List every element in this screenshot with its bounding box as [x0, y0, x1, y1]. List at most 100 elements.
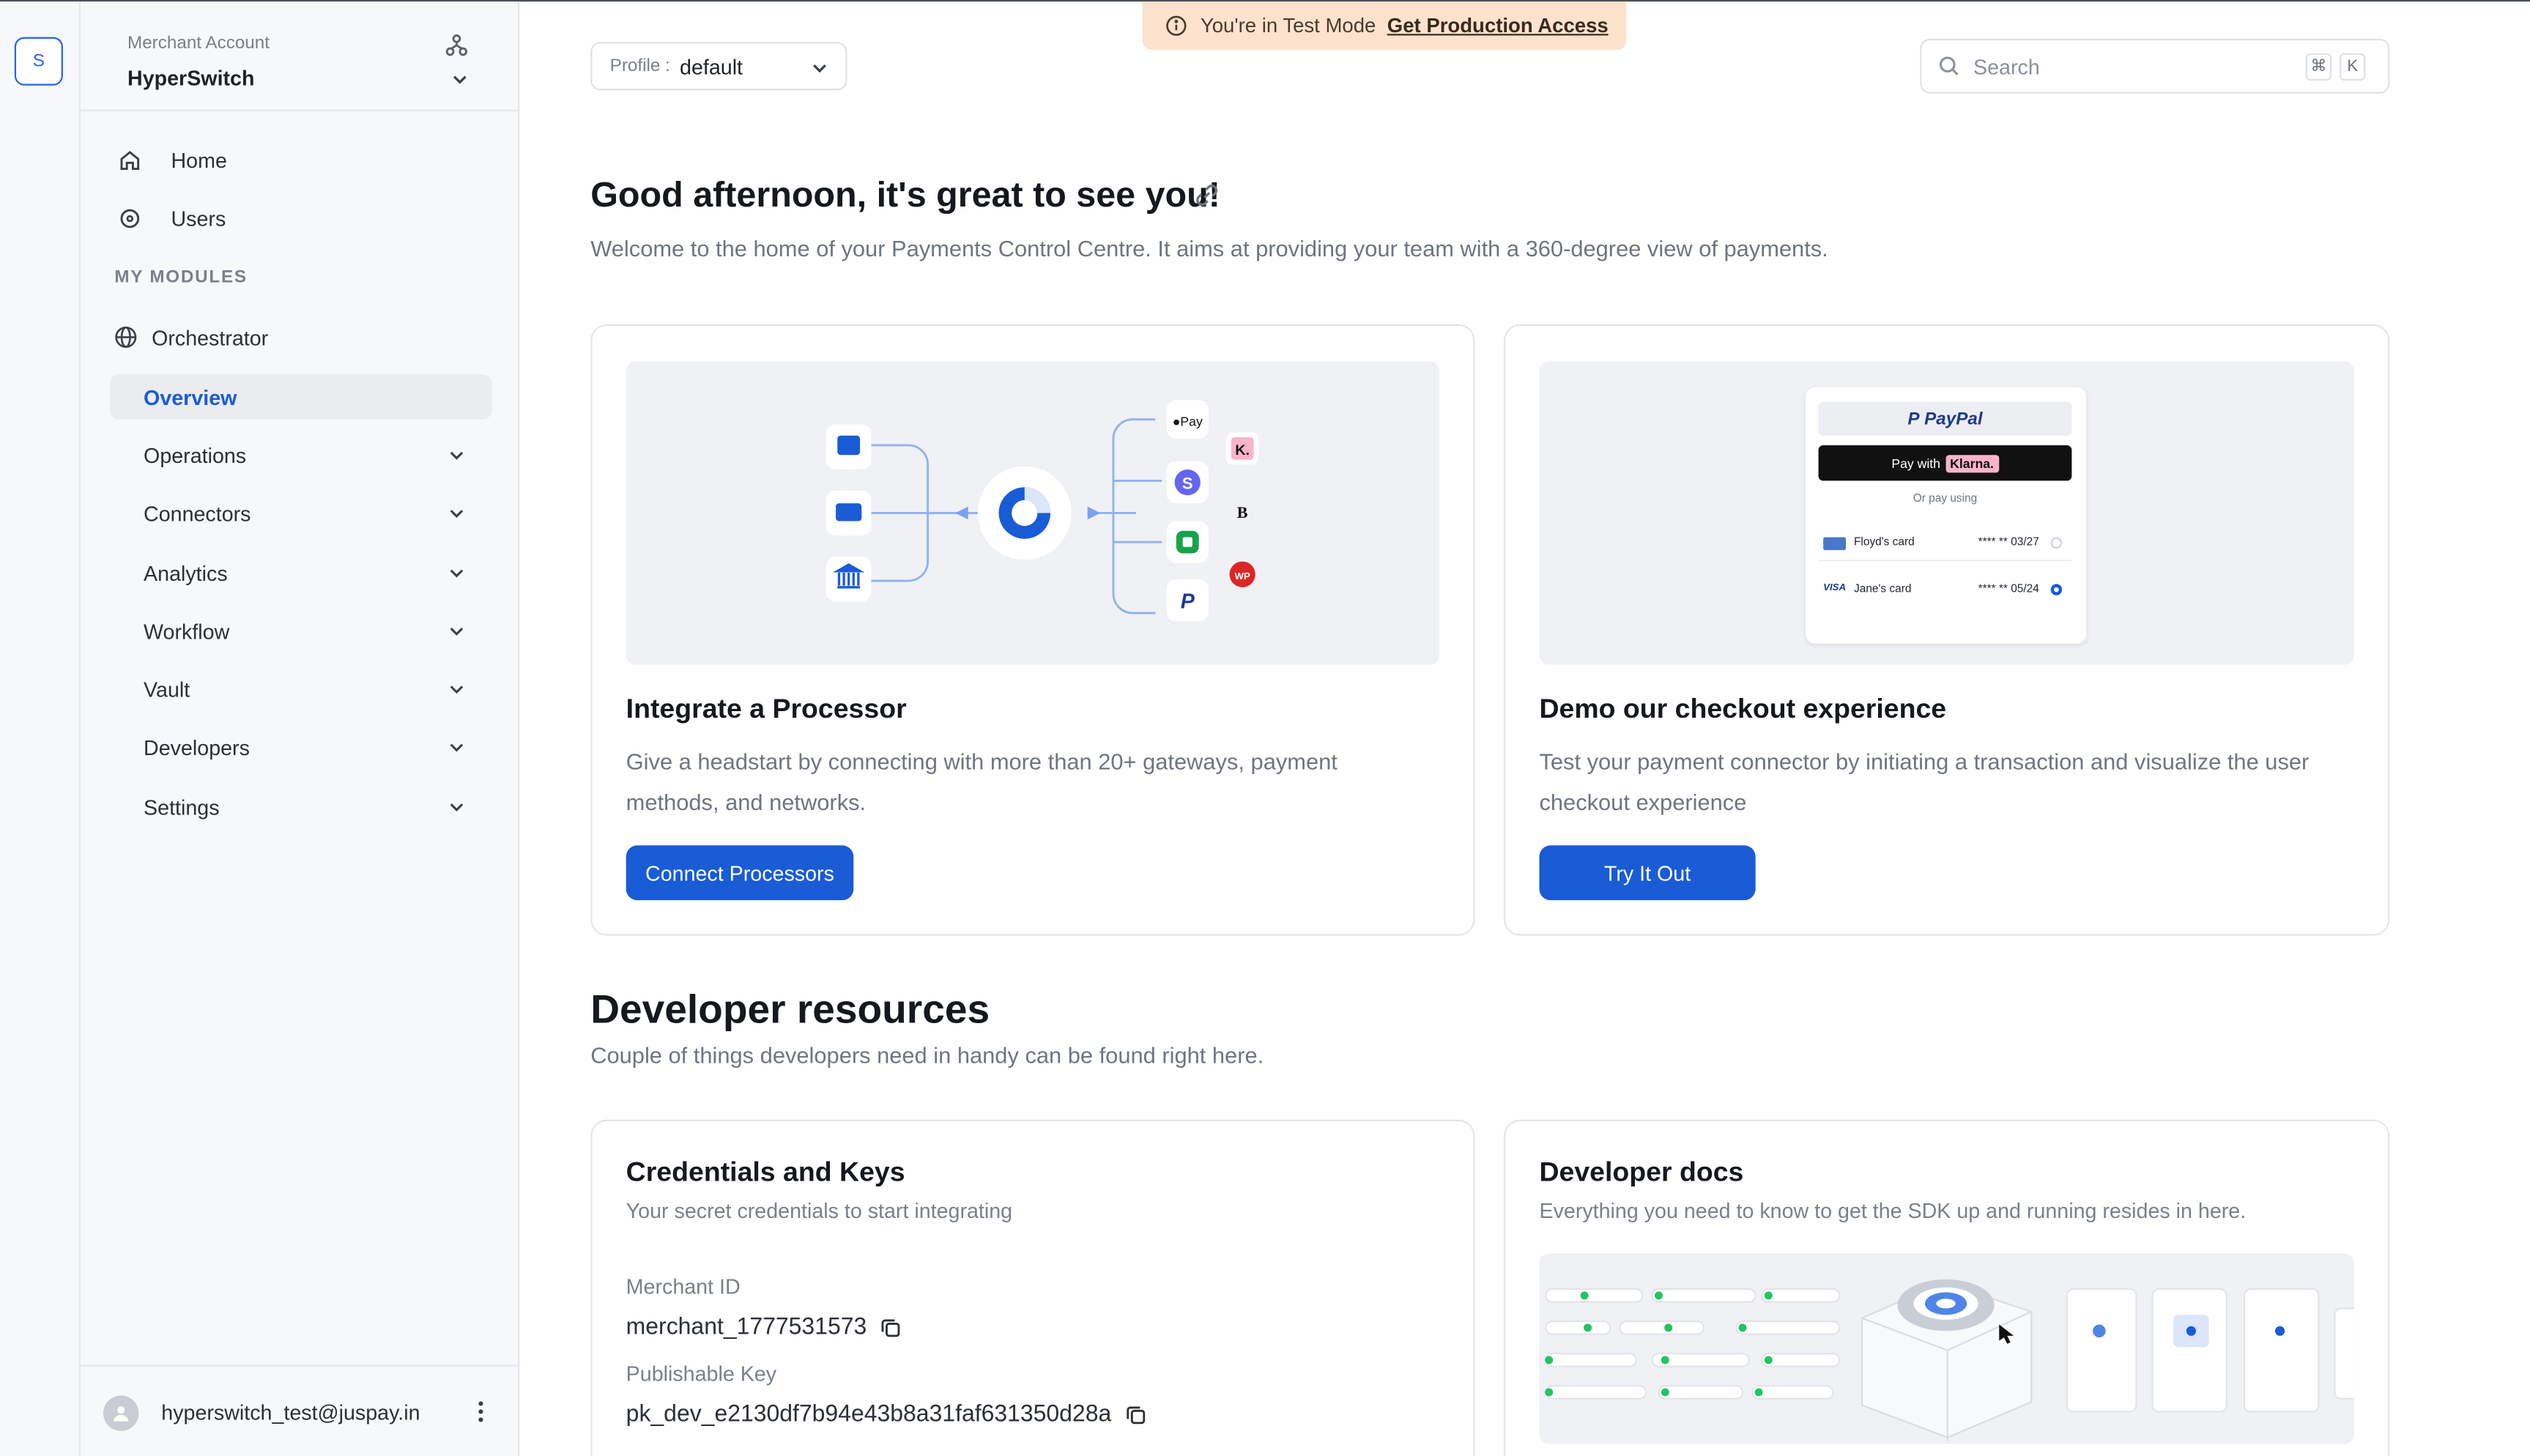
modules-section-label: MY MODULES	[114, 267, 248, 288]
nav-workflow[interactable]: Workflow	[110, 608, 492, 653]
test-mode-banner: You're in Test Mode Get Production Acces…	[1142, 1, 1627, 51]
paypal-label: PayPal	[1924, 409, 1983, 428]
link-icon[interactable]	[1192, 181, 1222, 210]
klarna-label: Klarna.	[1945, 454, 1999, 472]
profile-selector[interactable]: Profile : default	[590, 42, 847, 91]
nav-developers[interactable]: Developers	[110, 724, 492, 770]
user-email: hyperswitch_test@juspay.in	[161, 1400, 420, 1425]
nav-vault[interactable]: Vault	[110, 666, 492, 712]
svg-text:B: B	[1237, 503, 1248, 521]
developer-docs-card[interactable]: Developer docs Everything you need to kn…	[1504, 1119, 2390, 1456]
chevron-down-icon	[450, 451, 464, 460]
developer-resources-subtitle: Couple of things developers need in hand…	[590, 1042, 1264, 1069]
klarna-button: Pay with Klarna.	[1818, 445, 2072, 481]
paypal-icon: P	[1907, 409, 1920, 428]
developer-docs-subtitle: Everything you need to know to get the S…	[1539, 1198, 2247, 1223]
greeting-title: Good afternoon, it's great to see you!	[590, 174, 1220, 215]
demo-checkout-desc: Test your payment connector by initiatin…	[1539, 749, 2310, 815]
try-it-out-button[interactable]: Try It Out	[1539, 845, 1756, 901]
radio-icon	[2050, 537, 2063, 549]
nav-orchestrator[interactable]: Orchestrator	[110, 315, 268, 360]
k-key-hint: K	[2340, 53, 2366, 81]
publishable-key-label: Publishable Key	[626, 1362, 777, 1386]
greeting-subtitle: Welcome to the home of your Payments Con…	[590, 235, 1828, 261]
more-options-icon[interactable]	[468, 1399, 494, 1425]
pay-with-label: Pay with	[1891, 456, 1940, 471]
svg-text:K.: K.	[1235, 442, 1250, 458]
card-icon	[1823, 536, 1847, 550]
developer-docs-title: Developer docs	[1539, 1156, 1744, 1188]
nav-home-label: Home	[171, 147, 227, 172]
chevron-down-icon	[450, 510, 464, 519]
credentials-title: Credentials and Keys	[626, 1156, 905, 1188]
connect-processors-button[interactable]: Connect Processors	[626, 845, 854, 901]
chevron-down-icon[interactable]	[450, 70, 470, 89]
copy-icon[interactable]	[880, 1316, 902, 1339]
chevron-down-icon	[450, 686, 464, 694]
integrate-processor-title: Integrate a Processor	[626, 694, 907, 725]
chevron-down-icon	[450, 803, 464, 811]
saved-card-number: **** ** 03/27	[1978, 537, 2039, 549]
user-avatar[interactable]	[103, 1395, 139, 1431]
saved-card-number: **** ** 05/24	[1978, 583, 2039, 595]
org-chart-icon[interactable]	[444, 32, 470, 58]
nav-orchestrator-label: Orchestrator	[152, 324, 269, 349]
publishable-key-text: pk_dev_e2130df7b94e43b8a31faf631350d28a	[626, 1402, 1112, 1428]
merchant-id-text: merchant_1777531573	[626, 1315, 867, 1341]
nav-users[interactable]: Users	[110, 196, 492, 241]
nav-operations[interactable]: Operations	[110, 432, 492, 478]
nav-overview-label: Overview	[144, 385, 237, 409]
or-pay-using-label: Or pay using	[1913, 494, 1978, 505]
saved-card-row: Floyd's card **** ** 03/27	[1818, 526, 2072, 562]
nav-connectors-label: Connectors	[144, 500, 251, 526]
copy-icon[interactable]	[1124, 1403, 1147, 1426]
wallet-icon	[826, 424, 872, 470]
nav-settings[interactable]: Settings	[110, 784, 492, 830]
integrate-processor-desc: Give a headstart by connecting with more…	[626, 749, 1338, 815]
merchant-account-label: Merchant Account	[127, 34, 270, 53]
svg-text:S: S	[1182, 474, 1193, 492]
nav-connectors[interactable]: Connectors	[110, 491, 492, 536]
globe-icon	[115, 326, 137, 348]
chevron-down-icon	[450, 569, 464, 578]
nav-overview[interactable]: Overview	[109, 374, 492, 420]
credentials-card: Credentials and Keys Your secret credent…	[590, 1119, 1475, 1456]
demo-checkout-title: Demo our checkout experience	[1539, 694, 1947, 725]
checkout-widget-preview: P PayPal Pay with Klarna. Or pay using Fl…	[1805, 387, 2087, 644]
nav-workflow-label: Workflow	[144, 618, 230, 643]
svg-text:WP: WP	[1235, 571, 1250, 582]
nav-analytics[interactable]: Analytics	[110, 550, 492, 595]
docs-illustration	[1539, 1253, 2354, 1444]
saved-card-name: Jane's card	[1854, 583, 1912, 595]
nav-users-label: Users	[171, 205, 226, 230]
publishable-key-value: pk_dev_e2130df7b94e43b8a31faf631350d28a	[626, 1402, 1147, 1427]
get-production-access-link[interactable]: Get Production Access	[1387, 15, 1609, 37]
credit-card-icon	[826, 490, 872, 536]
integrate-processor-card: ●Pay S P K. B WP Integrate a Processor G…	[590, 324, 1475, 936]
org-avatar[interactable]: S	[14, 37, 63, 86]
merchant-id-label: Merchant ID	[626, 1274, 741, 1299]
search-icon	[1939, 56, 1959, 75]
svg-text:P: P	[1181, 590, 1195, 613]
saved-card-name: Floyd's card	[1854, 537, 1915, 549]
nav-operations-label: Operations	[144, 442, 247, 467]
profile-value: default	[680, 53, 743, 78]
nav-analytics-label: Analytics	[144, 560, 228, 585]
bank-icon	[826, 556, 872, 602]
chevron-down-icon	[450, 743, 464, 752]
search-placeholder: Search	[1973, 53, 2040, 78]
svg-text:●Pay: ●Pay	[1173, 415, 1203, 429]
developer-resources-title: Developer resources	[590, 987, 990, 1033]
nav-developers-label: Developers	[144, 735, 250, 759]
search-input[interactable]: Search ⌘ K	[1920, 38, 2390, 94]
sidebar: Merchant Account HyperSwitch Home Users …	[81, 1, 520, 1456]
app-root: S Merchant Account HyperSwitch Home User…	[0, 0, 2530, 1456]
nav-home[interactable]: Home	[110, 137, 492, 182]
processor-illustration: ●Pay S P K. B WP	[626, 361, 1439, 665]
user-profile-bar: hyperswitch_test@juspay.in	[81, 1364, 520, 1456]
checkout-preview-illustration: P PayPal Pay with Klarna. Or pay using Fl…	[1539, 361, 2354, 665]
info-icon	[1166, 15, 1187, 36]
paypal-button: P PayPal	[1818, 401, 2072, 436]
merchant-account-switcher[interactable]: Merchant Account HyperSwitch	[81, 1, 520, 111]
org-rail: S	[0, 1, 81, 1456]
